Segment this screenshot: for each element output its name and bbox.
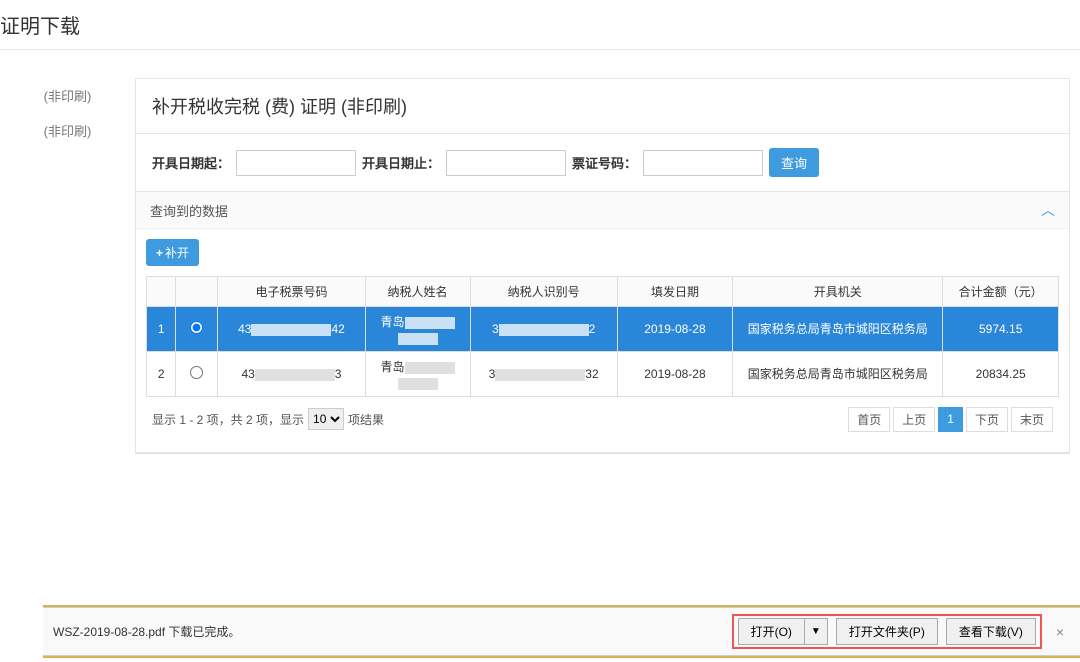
supplement-label: 补开 bbox=[165, 244, 189, 261]
row-amount: 5974.15 bbox=[943, 307, 1059, 352]
pager-current[interactable]: 1 bbox=[938, 407, 963, 432]
row-amount: 20834.25 bbox=[943, 351, 1059, 396]
col-taxnum: 电子税票号码 bbox=[218, 277, 365, 307]
end-date-input[interactable] bbox=[446, 150, 566, 176]
col-name: 纳税人姓名 bbox=[365, 277, 470, 307]
row-radio[interactable] bbox=[190, 366, 203, 379]
open-folder-button[interactable]: 打开文件夹(P) bbox=[836, 618, 938, 645]
download-actions-highlight: 打开(O) ▼ 打开文件夹(P) 查看下载(V) bbox=[732, 614, 1042, 649]
row-authority: 国家税务总局青岛市城阳区税务局 bbox=[733, 351, 943, 396]
row-authority: 国家税务总局青岛市城阳区税务局 bbox=[733, 307, 943, 352]
row-name: 青岛 bbox=[365, 351, 470, 396]
query-header-label: 查询到的数据 bbox=[150, 201, 228, 220]
col-amount: 合计金额（元） bbox=[943, 277, 1059, 307]
pager-first[interactable]: 首页 bbox=[848, 407, 890, 432]
main-panel: 补开税收完税 (费) 证明 (非印刷) 开具日期起： 开具日期止： 票证号码： … bbox=[135, 78, 1070, 454]
pager: 显示 1 - 2 项，共 2 项，显示 10 项结果 首页 上页 1 下页 末页 bbox=[146, 397, 1059, 436]
table-row[interactable]: 1 4342 青岛 32 2019-08-28 国家税务总局青岛市城阳区税务局 … bbox=[147, 307, 1059, 352]
query-section: 查询到的数据 ︿ +补开 电子税票号码 纳税人姓名 bbox=[136, 191, 1069, 453]
sidebar-item-0[interactable]: (非印刷) bbox=[0, 78, 135, 113]
col-select bbox=[176, 277, 218, 307]
row-date: 2019-08-28 bbox=[617, 307, 733, 352]
close-icon[interactable]: × bbox=[1050, 624, 1070, 640]
pager-next[interactable]: 下页 bbox=[966, 407, 1008, 432]
start-date-input[interactable] bbox=[236, 150, 356, 176]
col-date: 填发日期 bbox=[617, 277, 733, 307]
table-row[interactable]: 2 433 青岛 332 2019-08-28 国家税务总局青岛市城阳区税务局 … bbox=[147, 351, 1059, 396]
panel-title: 补开税收完税 (费) 证明 (非印刷) bbox=[136, 79, 1069, 134]
row-date: 2019-08-28 bbox=[617, 351, 733, 396]
row-index: 1 bbox=[147, 307, 176, 352]
filter-row: 开具日期起： 开具日期止： 票证号码： 查询 bbox=[136, 134, 1069, 191]
open-split-button[interactable]: 打开(O) ▼ bbox=[738, 618, 828, 645]
view-downloads-button[interactable]: 查看下载(V) bbox=[946, 618, 1036, 645]
sidebar-item-1[interactable]: (非印刷) bbox=[0, 113, 135, 148]
results-table: 电子税票号码 纳税人姓名 纳税人识别号 填发日期 开具机关 合计金额（元） 1 bbox=[146, 276, 1059, 397]
filter-start-label: 开具日期起： bbox=[152, 153, 230, 172]
row-select[interactable] bbox=[176, 307, 218, 352]
col-ident: 纳税人识别号 bbox=[470, 277, 617, 307]
row-name: 青岛 bbox=[365, 307, 470, 352]
pager-info-before: 显示 1 - 2 项，共 2 项，显示 bbox=[152, 411, 304, 428]
search-button[interactable]: 查询 bbox=[769, 148, 819, 177]
voucher-input[interactable] bbox=[643, 150, 763, 176]
collapse-icon[interactable]: ︿ bbox=[1041, 200, 1055, 220]
row-ident: 332 bbox=[470, 351, 617, 396]
supplement-button[interactable]: +补开 bbox=[146, 239, 199, 266]
row-radio[interactable] bbox=[190, 321, 203, 334]
row-index: 2 bbox=[147, 351, 176, 396]
plus-icon: + bbox=[156, 246, 163, 260]
row-ident: 32 bbox=[470, 307, 617, 352]
page-size-select[interactable]: 10 bbox=[308, 408, 344, 430]
filter-end-label: 开具日期止： bbox=[362, 153, 440, 172]
pager-info-after: 项结果 bbox=[348, 411, 384, 428]
pager-prev[interactable]: 上页 bbox=[893, 407, 935, 432]
page-title: 证明下载 bbox=[0, 10, 1080, 39]
download-bar: WSZ-2019-08-28.pdf 下载已完成。 打开(O) ▼ 打开文件夹(… bbox=[43, 605, 1080, 658]
row-taxnum: 433 bbox=[218, 351, 365, 396]
row-select[interactable] bbox=[176, 351, 218, 396]
col-index bbox=[147, 277, 176, 307]
pager-last[interactable]: 末页 bbox=[1011, 407, 1053, 432]
col-authority: 开具机关 bbox=[733, 277, 943, 307]
download-message: WSZ-2019-08-28.pdf 下载已完成。 bbox=[53, 623, 732, 640]
open-button[interactable]: 打开(O) bbox=[738, 618, 804, 645]
filter-voucher-label: 票证号码： bbox=[572, 153, 637, 172]
open-dropdown-icon[interactable]: ▼ bbox=[804, 618, 828, 645]
page-header: 证明下载 bbox=[0, 0, 1080, 50]
row-taxnum: 4342 bbox=[218, 307, 365, 352]
sidebar: (非印刷) (非印刷) bbox=[0, 50, 135, 454]
